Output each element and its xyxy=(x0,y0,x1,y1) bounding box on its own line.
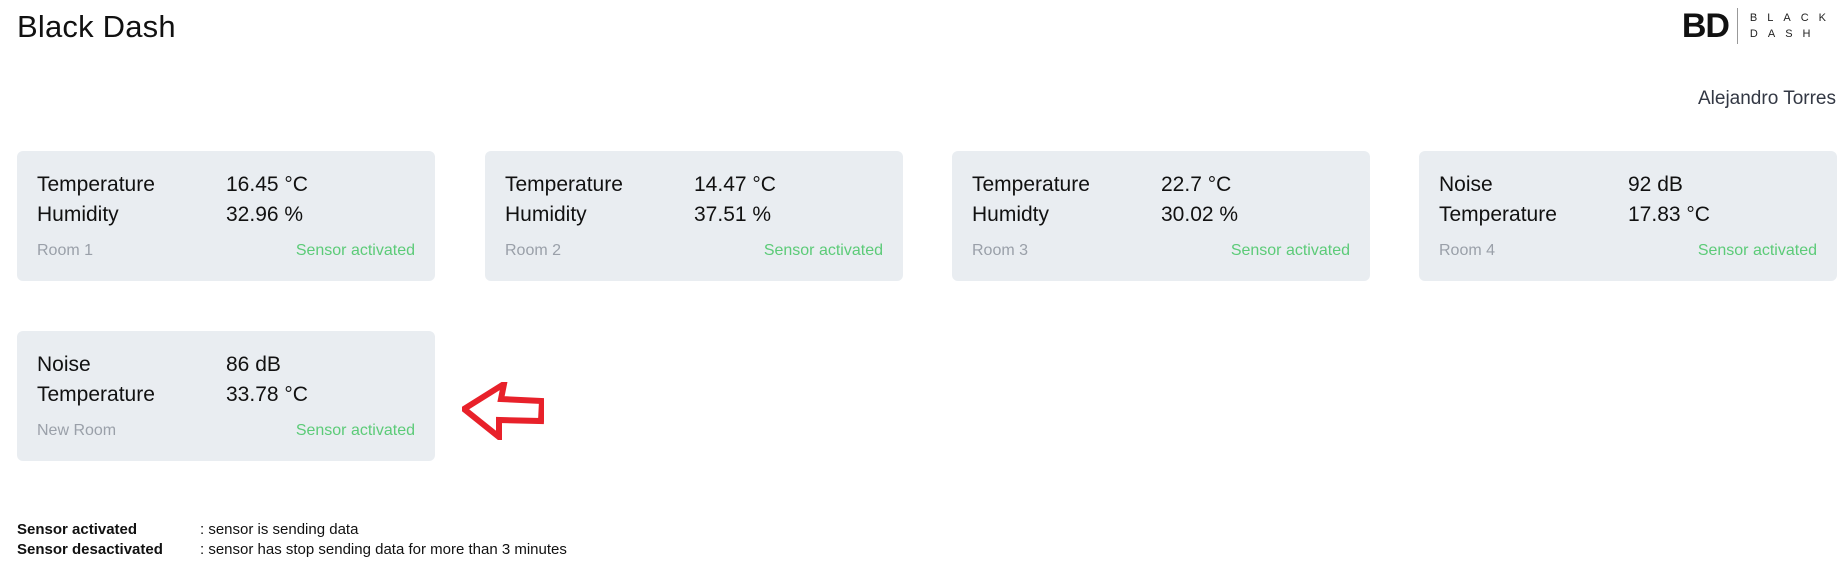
sensor-status: Sensor activated xyxy=(763,242,883,259)
brand-logo: BD BLACK DASH xyxy=(1682,8,1836,44)
sensor-status: Sensor activated xyxy=(1230,242,1350,259)
metric-label: Noise xyxy=(37,353,91,376)
legend-description: : sensor is sending data xyxy=(200,521,359,538)
room-name: Room 4 xyxy=(1439,242,1496,259)
metric-label: Humidty xyxy=(972,203,1050,226)
metric-label: Noise xyxy=(1439,173,1493,196)
metric-value: 14.47 °C xyxy=(694,173,776,196)
metric-value: 22.7 °C xyxy=(1161,173,1232,196)
metric-value: 30.02 % xyxy=(1161,203,1239,226)
metric-value: 86 dB xyxy=(226,353,281,376)
metric-label: Temperature xyxy=(1439,203,1557,226)
metric-label: Temperature xyxy=(972,173,1090,196)
metric-label: Temperature xyxy=(37,383,155,406)
room-name: Room 2 xyxy=(505,242,562,259)
room-name: Room 3 xyxy=(972,242,1029,259)
room-card-4[interactable]: Noise 92 dB Temperature 17.83 °C Room 4 … xyxy=(1419,151,1837,281)
sensor-status: Sensor activated xyxy=(295,242,415,259)
metric-value: 32.96 % xyxy=(226,203,304,226)
metric-label: Temperature xyxy=(37,173,155,196)
room-card-3[interactable]: Temperature 22.7 °C Humidty 30.02 % Room… xyxy=(952,151,1370,281)
dashboard-page: Black Dash BD BLACK DASH Alejandro Torre… xyxy=(0,0,1848,569)
left-arrow-icon xyxy=(462,382,544,440)
room-card-2[interactable]: Temperature 14.47 °C Humidity 37.51 % Ro… xyxy=(485,151,903,281)
legend-description: : sensor has stop sending data for more … xyxy=(200,541,567,558)
legend-term: Sensor desactivated xyxy=(17,541,163,558)
metric-label: Temperature xyxy=(505,173,623,196)
user-name[interactable]: Alejandro Torres xyxy=(1698,88,1836,110)
brand-logo-words: BLACK DASH xyxy=(1738,10,1836,42)
brand-logo-line1: BLACK xyxy=(1749,12,1836,24)
metric-value: 37.51 % xyxy=(694,203,772,226)
legend-term: Sensor activated xyxy=(17,521,138,538)
room-card-1[interactable]: Temperature 16.45 °C Humidity 32.96 % Ro… xyxy=(17,151,435,281)
room-card-5[interactable]: Noise 86 dB Temperature 33.78 °C New Roo… xyxy=(17,331,435,461)
room-name: Room 1 xyxy=(37,242,94,259)
metric-value: 92 dB xyxy=(1628,173,1683,196)
metric-label: Humidity xyxy=(37,203,119,226)
sensor-status: Sensor activated xyxy=(295,422,415,439)
brand-logo-line2: DASH xyxy=(1749,28,1821,40)
metric-value: 33.78 °C xyxy=(226,383,308,406)
page-title: Black Dash xyxy=(17,9,176,44)
metric-value: 17.83 °C xyxy=(1628,203,1710,226)
metric-label: Humidity xyxy=(505,203,587,226)
sensor-status: Sensor activated xyxy=(1697,242,1817,259)
brand-logo-mark: BD xyxy=(1682,8,1738,44)
metric-value: 16.45 °C xyxy=(226,173,308,196)
room-name: New Room xyxy=(37,422,117,439)
